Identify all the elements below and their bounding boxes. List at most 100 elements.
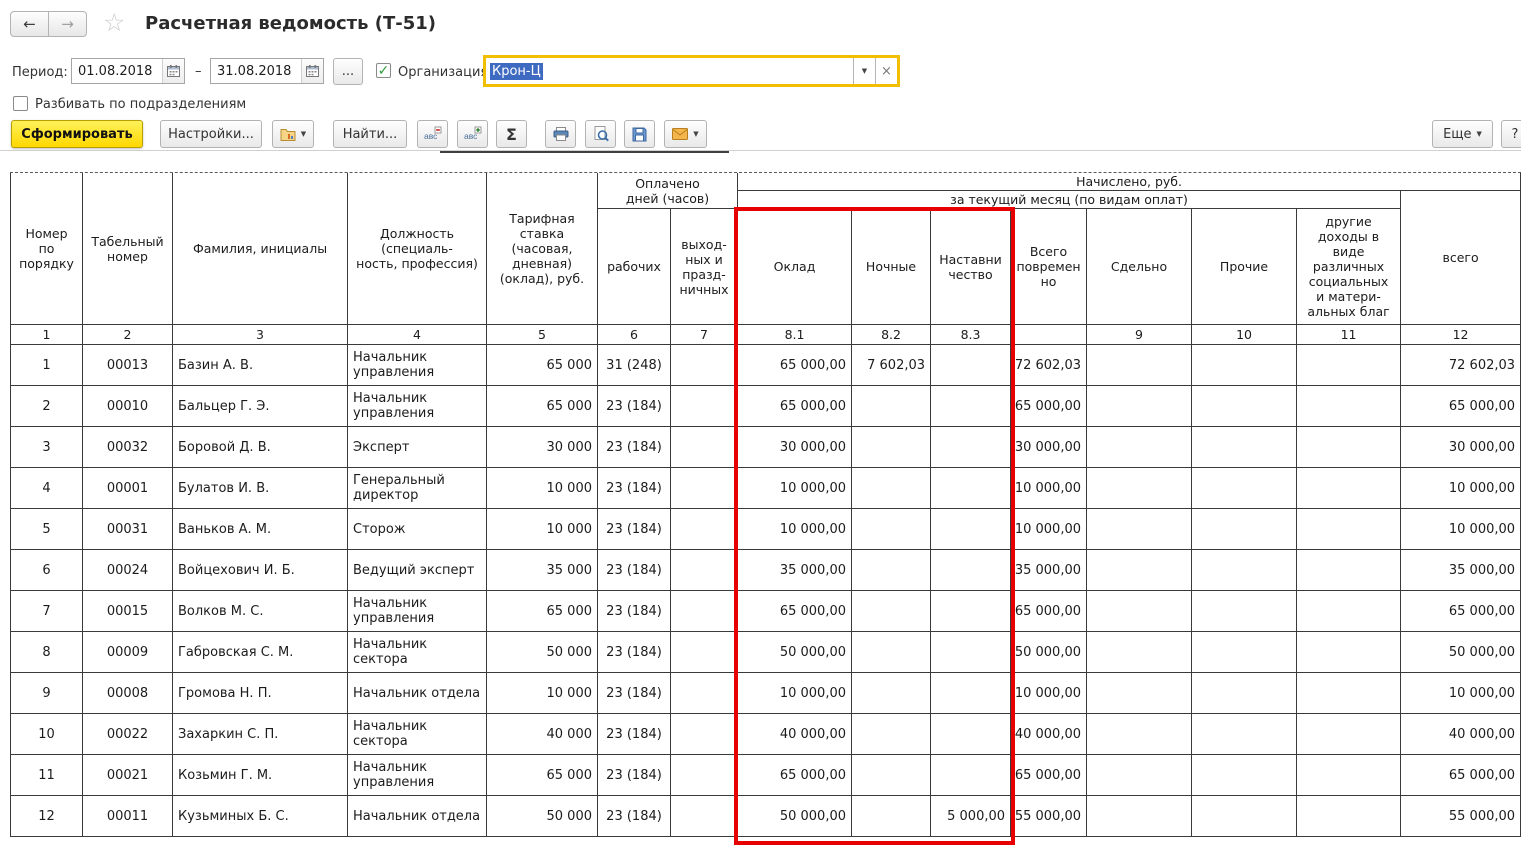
group-header-current-month[interactable]: за текущий месяц (по видам оплат) [738, 191, 1401, 209]
report-cell[interactable]: 23 (184) [598, 673, 671, 714]
report-cell[interactable]: 35 000,00 [738, 550, 852, 591]
sum-button[interactable]: Σ [496, 120, 527, 148]
report-cell[interactable]: 65 000,00 [738, 755, 852, 796]
report-cell[interactable] [852, 427, 931, 468]
report-cell[interactable]: 40 000,00 [1011, 714, 1087, 755]
report-cell[interactable]: 31 (248) [598, 345, 671, 386]
help-button[interactable]: ? [1501, 120, 1521, 148]
report-cell[interactable] [931, 673, 1011, 714]
report-cell[interactable]: 10 000,00 [1011, 673, 1087, 714]
report-cell[interactable] [852, 386, 931, 427]
report-cell[interactable] [1192, 591, 1297, 632]
col-header-row-number[interactable]: Номер по порядку [11, 173, 83, 325]
report-cell[interactable]: 00009 [83, 632, 173, 673]
report-cell[interactable] [852, 468, 931, 509]
report-cell[interactable]: 00010 [83, 386, 173, 427]
report-cell[interactable]: Войцехович И. Б. [173, 550, 348, 591]
report-cell[interactable]: 00008 [83, 673, 173, 714]
report-cell[interactable]: 8 [11, 632, 83, 673]
organization-clear-button[interactable]: × [875, 58, 897, 84]
report-cell[interactable]: 65 000 [487, 591, 598, 632]
column-number-cell[interactable] [1011, 325, 1087, 345]
report-cell[interactable]: 10 000,00 [738, 673, 852, 714]
report-cell[interactable] [671, 591, 738, 632]
report-cell[interactable]: 23 (184) [598, 714, 671, 755]
report-cell[interactable] [671, 468, 738, 509]
report-cell[interactable]: 10 000,00 [1011, 509, 1087, 550]
report-cell[interactable]: 30 000,00 [1011, 427, 1087, 468]
report-cell[interactable] [852, 509, 931, 550]
report-cell[interactable] [1087, 468, 1192, 509]
report-cell[interactable]: 55 000,00 [1011, 796, 1087, 837]
report-cell[interactable]: 23 (184) [598, 755, 671, 796]
report-cell[interactable]: 12 [11, 796, 83, 837]
report-cell[interactable] [852, 673, 931, 714]
report-cell[interactable]: 65 000,00 [1011, 386, 1087, 427]
report-cell[interactable]: Булатов И. В. [173, 468, 348, 509]
column-number-cell[interactable]: 7 [671, 325, 738, 345]
col-header-rate[interactable]: Тарифная ставка (часовая, дневная) (окла… [487, 173, 598, 325]
report-cell[interactable]: 65 000,00 [1401, 755, 1521, 796]
send-mail-button[interactable]: ▼ [664, 120, 707, 148]
report-cell[interactable]: 00031 [83, 509, 173, 550]
column-number-cell[interactable]: 9 [1087, 325, 1192, 345]
report-cell[interactable]: 40 000,00 [1401, 714, 1521, 755]
report-cell[interactable]: 1 [11, 345, 83, 386]
report-cell[interactable] [1192, 345, 1297, 386]
report-cell[interactable] [931, 714, 1011, 755]
report-cell[interactable] [671, 673, 738, 714]
report-cell[interactable]: 10 000 [487, 673, 598, 714]
report-cell[interactable] [1192, 468, 1297, 509]
report-cell[interactable]: 11 [11, 755, 83, 796]
report-cell[interactable]: 10 000,00 [1401, 468, 1521, 509]
report-cell[interactable] [1192, 550, 1297, 591]
report-cell[interactable]: Начальник отдела [348, 796, 487, 837]
report-cell[interactable]: 00001 [83, 468, 173, 509]
report-cell[interactable]: Начальник управления [348, 591, 487, 632]
report-cell[interactable]: Генеральный директор [348, 468, 487, 509]
report-cell[interactable] [1297, 550, 1401, 591]
report-cell[interactable] [1297, 796, 1401, 837]
report-cell[interactable]: 00013 [83, 345, 173, 386]
column-number-cell[interactable]: 8.2 [852, 325, 931, 345]
split-by-departments-checkbox[interactable] [13, 96, 28, 111]
report-cell[interactable]: 65 000,00 [1401, 591, 1521, 632]
report-cell[interactable] [1192, 509, 1297, 550]
favorite-star-icon[interactable]: ☆ [103, 11, 125, 35]
report-cell[interactable] [1297, 714, 1401, 755]
column-number-cell[interactable]: 10 [1192, 325, 1297, 345]
report-cell[interactable]: 50 000,00 [1011, 632, 1087, 673]
report-cell[interactable]: 10 [11, 714, 83, 755]
report-cell[interactable]: 10 000,00 [1401, 509, 1521, 550]
report-cell[interactable]: Волков М. С. [173, 591, 348, 632]
report-cell[interactable]: Громова Н. П. [173, 673, 348, 714]
back-button[interactable]: ← [10, 11, 49, 37]
report-cell[interactable] [671, 509, 738, 550]
report-cell[interactable]: Козьмин Г. М. [173, 755, 348, 796]
column-number-cell[interactable]: 5 [487, 325, 598, 345]
column-number-cell[interactable]: 11 [1297, 325, 1401, 345]
report-cell[interactable]: 23 (184) [598, 427, 671, 468]
report-cell[interactable]: 7 602,03 [852, 345, 931, 386]
period-to-field[interactable]: 31.08.2018 [210, 58, 324, 84]
report-cell[interactable] [671, 345, 738, 386]
report-cell[interactable]: Начальник управления [348, 345, 487, 386]
report-cell[interactable]: 10 000,00 [1011, 468, 1087, 509]
report-cell[interactable]: Начальник управления [348, 755, 487, 796]
report-cell[interactable]: 4 [11, 468, 83, 509]
report-cell[interactable]: 2 [11, 386, 83, 427]
report-cell[interactable]: 10 000 [487, 468, 598, 509]
report-cell[interactable]: 35 000,00 [1401, 550, 1521, 591]
report-cell[interactable]: Сторож [348, 509, 487, 550]
col-header-worked-days[interactable]: рабочих [598, 209, 671, 325]
print-button[interactable] [545, 120, 576, 148]
organization-dropdown-button[interactable]: ▼ [853, 58, 875, 84]
report-cell[interactable]: 35 000 [487, 550, 598, 591]
column-number-cell[interactable]: 8.3 [931, 325, 1011, 345]
print-preview-button[interactable] [585, 120, 616, 148]
report-cell[interactable]: 00021 [83, 755, 173, 796]
report-cell[interactable] [1297, 673, 1401, 714]
organization-checkbox[interactable]: ✓ [376, 63, 391, 78]
report-cell[interactable] [1297, 427, 1401, 468]
report-cell[interactable]: 6 [11, 550, 83, 591]
